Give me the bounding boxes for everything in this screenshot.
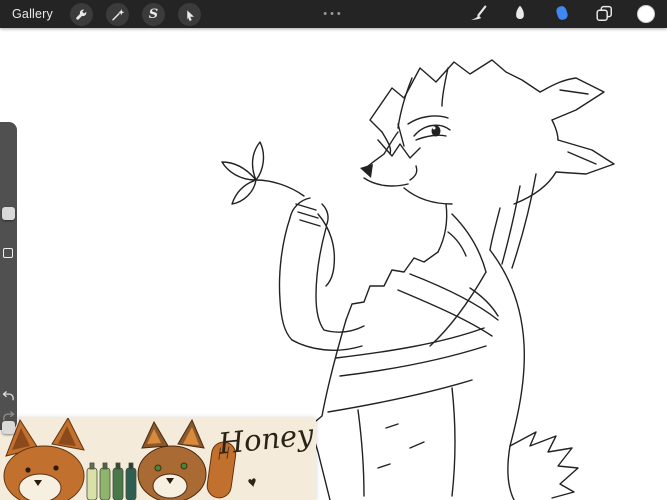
- eraser-icon: [552, 3, 572, 26]
- drawing-canvas[interactable]: Honey ♥: [0, 0, 667, 500]
- layers-icon: [594, 3, 614, 26]
- paint-tool-button[interactable]: [466, 2, 490, 26]
- magic-wand-icon: [110, 7, 125, 22]
- transform-arrow-icon: [182, 7, 197, 22]
- brush-size-handle[interactable]: [2, 207, 15, 220]
- modify-button[interactable]: [3, 248, 13, 258]
- selection-s-icon: S: [149, 7, 158, 22]
- current-color-swatch: [637, 5, 655, 23]
- side-toolbar: [0, 122, 17, 430]
- brush-icon: [468, 3, 488, 26]
- undo-button[interactable]: [1, 390, 16, 405]
- wrench-icon: [74, 7, 89, 22]
- transform-button[interactable]: [178, 3, 201, 26]
- canvas-options-dots[interactable]: •••: [323, 8, 344, 20]
- erase-tool-button[interactable]: [550, 2, 574, 26]
- ref-character-left: [4, 418, 84, 500]
- redo-button[interactable]: [1, 410, 16, 425]
- top-toolbar: Gallery S: [0, 0, 667, 28]
- gallery-button[interactable]: Gallery: [12, 7, 53, 21]
- undo-icon: [2, 390, 15, 405]
- procreate-window: Honey ♥ Gallery: [0, 0, 667, 500]
- ref-character-middle: [138, 420, 206, 500]
- actions-button[interactable]: [70, 3, 93, 26]
- toolbar-left-group: Gallery S: [0, 3, 201, 26]
- brush-size-slider[interactable]: [0, 122, 17, 246]
- adjustments-button[interactable]: [106, 3, 129, 26]
- color-button[interactable]: [634, 2, 658, 26]
- reference-image: Honey ♥: [0, 418, 316, 500]
- smudge-tool-button[interactable]: [508, 2, 532, 26]
- smudge-icon: [510, 3, 530, 26]
- toolbar-right-group: [466, 2, 667, 26]
- redo-icon: [2, 410, 15, 425]
- layers-button[interactable]: [592, 2, 616, 26]
- opacity-slider[interactable]: [0, 264, 17, 386]
- ref-palette-bottles: [87, 463, 136, 500]
- selection-button[interactable]: S: [142, 3, 165, 26]
